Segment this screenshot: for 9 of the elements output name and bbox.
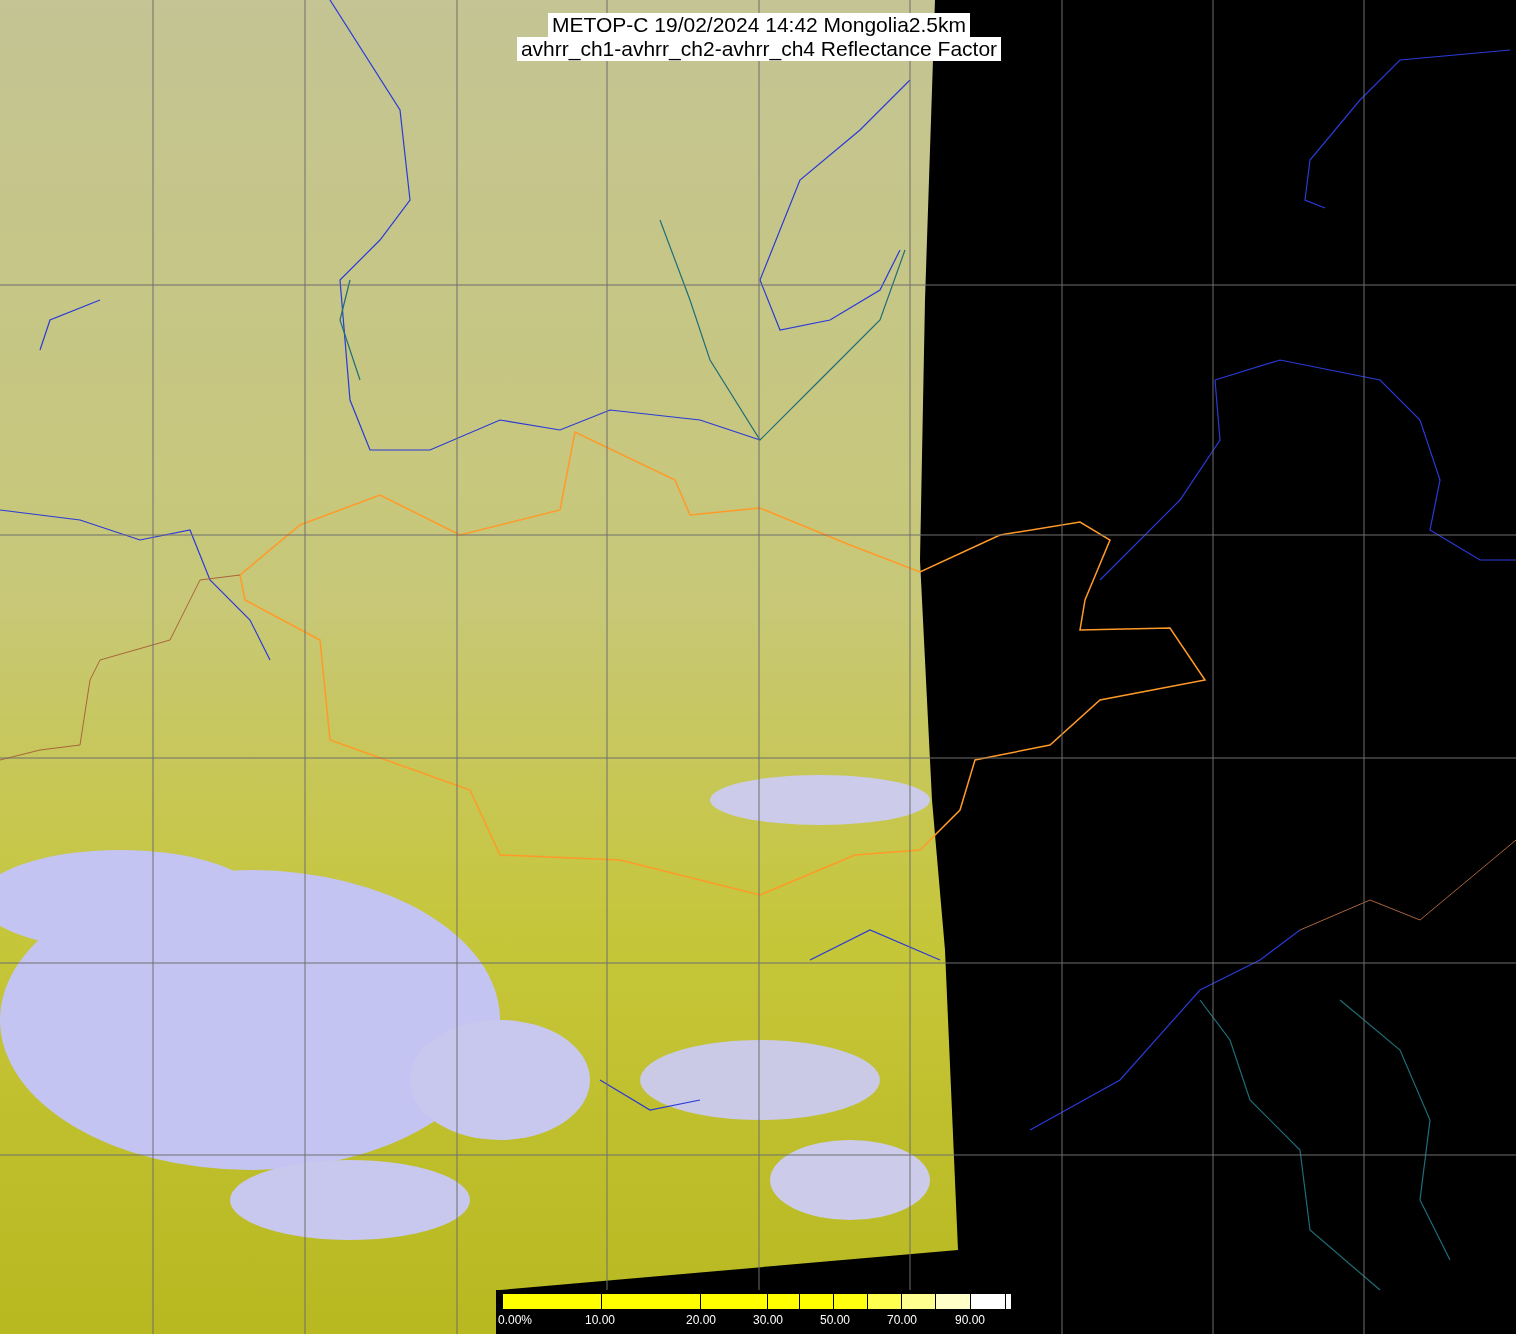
- map-title: avhrr_ch1-avhrr_ch2-avhrr_ch4 Reflectance Factor: [516, 37, 1002, 61]
- colorbar-label: 0.00%: [498, 1313, 533, 1327]
- colorbar-label: 50.00: [820, 1313, 851, 1327]
- colorbar-label: 30.00: [753, 1313, 784, 1327]
- colorbar-label: 90.00: [955, 1313, 986, 1327]
- map-title: METOP-C 19/02/2024 14:42 Mongolia2.5km: [548, 13, 970, 37]
- colorbar-label: 10.00: [585, 1313, 616, 1327]
- colorbar-label: 20.00: [686, 1313, 717, 1327]
- colorbar-label: 70.00: [887, 1313, 918, 1327]
